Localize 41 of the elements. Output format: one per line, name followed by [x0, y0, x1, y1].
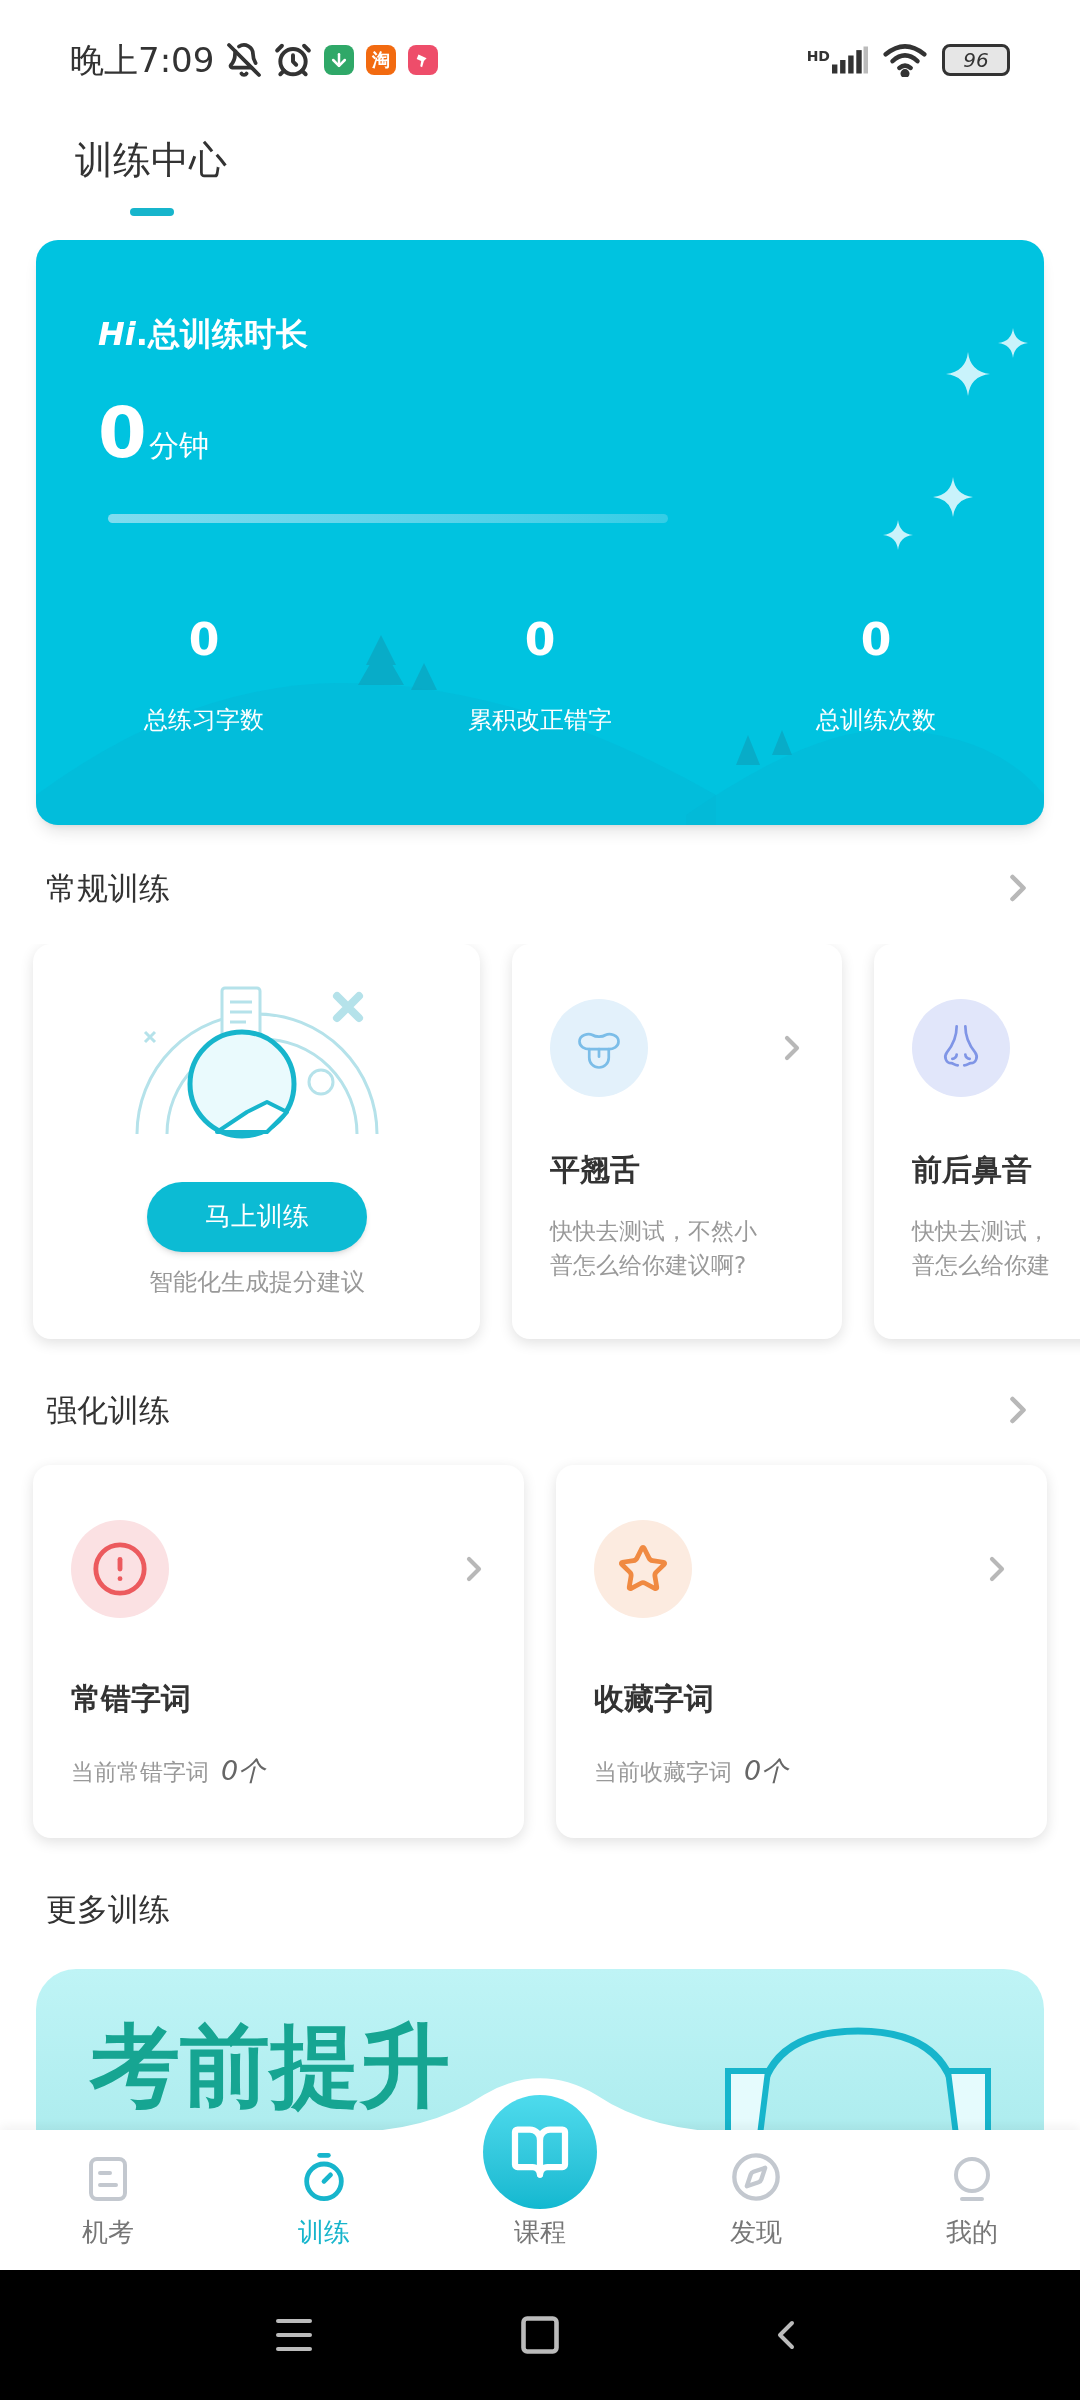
card-title: 平翘舌: [550, 1150, 641, 1189]
stat-value: 0: [524, 618, 556, 662]
battery-indicator: 96: [942, 44, 1010, 76]
card-description: 快快去测试，: [912, 1216, 1051, 1246]
section-title: 强化训练: [46, 1390, 170, 1430]
section-title: 更多训练: [45, 1890, 171, 1929]
card-description: 快快去测试，不然小: [550, 1216, 758, 1246]
network-type: HD: [806, 47, 830, 66]
stat-value: 0: [860, 618, 892, 662]
card-description: 普怎么给你建议啊?: [550, 1250, 748, 1280]
card-title: 收藏字词: [594, 1680, 715, 1718]
card-title: 常错字词: [71, 1680, 192, 1718]
training-card[interactable]: 马上训练 智能化生成提分建议: [33, 943, 480, 1339]
word-list-card[interactable]: 收藏字词 当前收藏字词 0个: [556, 1465, 1047, 1838]
stat-label: 总练习字数: [144, 705, 264, 736]
card-title: 前后鼻音: [912, 1150, 1033, 1189]
status-time: 晚上7:09: [70, 38, 215, 82]
word-list-card[interactable]: 常错字词 当前常错字词 0个: [33, 1465, 524, 1838]
start-training-button[interactable]: 马上训练: [146, 1181, 367, 1252]
card-description: 普怎么给你建: [912, 1250, 1051, 1280]
word-count: 0个: [744, 1754, 789, 1788]
nav-tab[interactable]: 发现: [648, 2151, 864, 2270]
card-subtitle: 当前收藏字词: [594, 1758, 732, 1787]
word-count: 0个: [221, 1754, 266, 1788]
training-card[interactable]: 前后鼻音 快快去测试， 普怎么给你建: [874, 943, 1080, 1339]
training-card[interactable]: 平翘舌 快快去测试，不然小 普怎么给你建议啊?: [512, 943, 842, 1339]
nav-tab[interactable]: 训练: [216, 2151, 432, 2270]
stat-label: 总训练次数: [816, 705, 936, 736]
duration-value: 0: [98, 398, 147, 468]
page-title: 训练中心: [75, 137, 228, 184]
exam-boost-banner[interactable]: 考前提升: [36, 1968, 1044, 2130]
shop-app-icon: 淘: [366, 45, 397, 75]
card-caption: 智能化生成提分建议: [148, 1266, 365, 1298]
duration-unit: 分钟: [148, 427, 209, 465]
nav-tab[interactable]: 我的: [864, 2155, 1080, 2270]
card-subtitle: 当前常错字词: [71, 1758, 209, 1787]
stat-value: 0: [188, 618, 220, 662]
nav-tab[interactable]: 机考: [0, 2155, 216, 2270]
section-title: 常规训练: [46, 869, 170, 908]
total-duration-label: Hi.总训练时长: [98, 314, 308, 355]
stat-label: 累积改正错字: [468, 705, 612, 736]
